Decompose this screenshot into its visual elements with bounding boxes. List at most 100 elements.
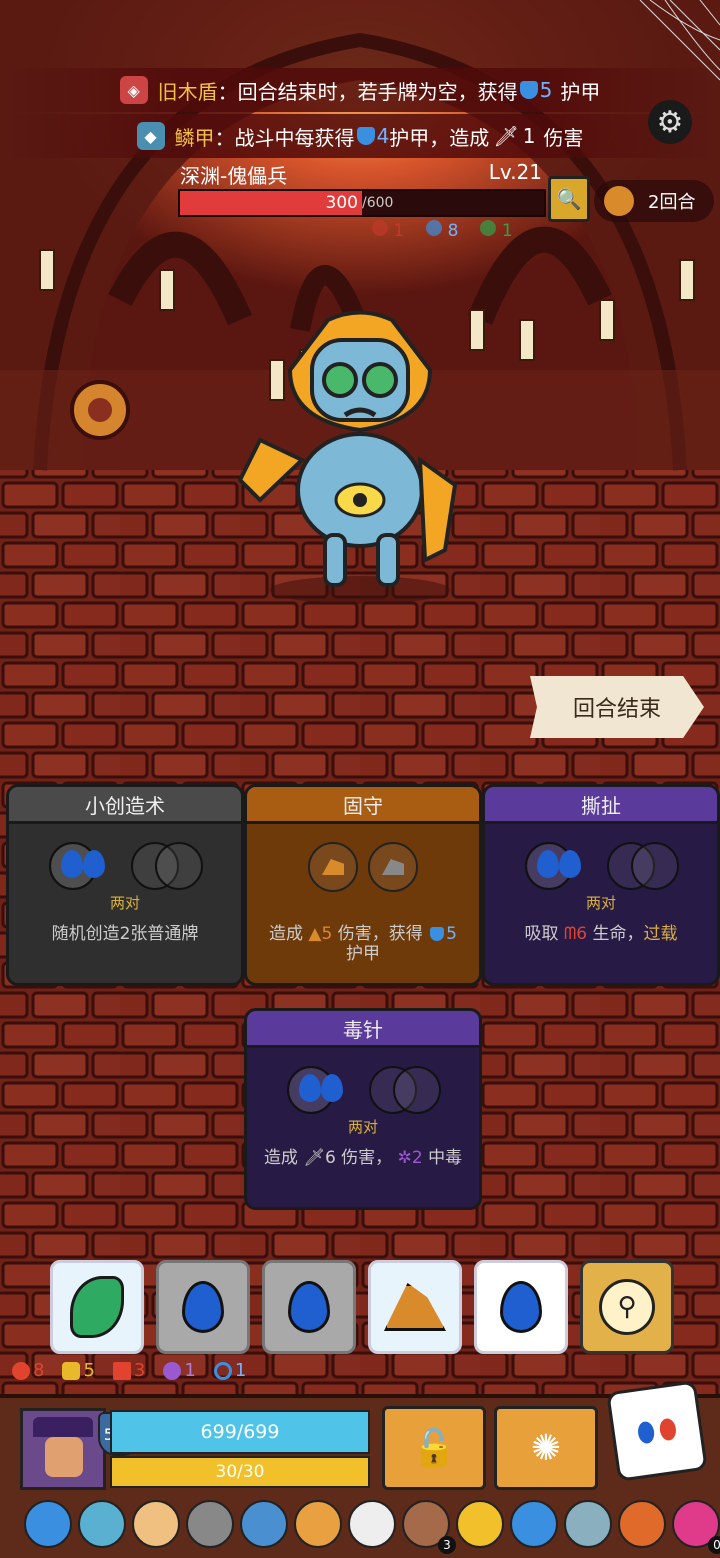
- spiral-icon: 1: [213, 1360, 246, 1381]
- buff-text: ：回合结束时，若手牌为空，获得: [217, 79, 518, 104]
- card-description: 造成 🗡6 伤害， ✲2 中毒: [253, 1148, 473, 1168]
- card-description: 吸取 ᗰ6 生命，过载: [491, 924, 711, 944]
- desc-value: 5: [446, 924, 457, 944]
- card-small-creation[interactable]: 小创造术 两对 随机创造2张普通牌: [6, 784, 244, 986]
- card-cost-slots: [9, 842, 241, 890]
- poison-icon: ✲: [397, 1148, 412, 1168]
- relic-icon[interactable]: [78, 1500, 126, 1548]
- desc-text: 伤害，: [341, 1148, 393, 1168]
- gear-icon: 8: [426, 220, 458, 241]
- water-die-icon: [182, 1281, 224, 1333]
- settings-gear-icon[interactable]: ⚙: [648, 100, 692, 144]
- shield-icon: 5: [62, 1360, 95, 1381]
- card-cost-slots: [247, 842, 479, 892]
- relic-icon[interactable]: [618, 1500, 666, 1548]
- card-pair-label: 两对: [109, 894, 140, 912]
- buff-text: 护甲: [560, 79, 601, 104]
- relic-icon[interactable]: [24, 1500, 72, 1548]
- rock-slot-icon: [308, 842, 358, 892]
- relic-icon[interactable]: [510, 1500, 558, 1548]
- water-die-icon: [500, 1281, 542, 1333]
- end-turn-button[interactable]: 回合结束: [530, 676, 704, 738]
- relic-icon[interactable]: [294, 1500, 342, 1548]
- buff-name: 鳞甲: [174, 125, 215, 150]
- card-hold-fast[interactable]: 固守 造成 ▲5 伤害，获得 5 护甲: [244, 784, 482, 986]
- relic-icon[interactable]: [186, 1500, 234, 1548]
- enemy-effects: 1 8 1: [372, 220, 513, 241]
- desc-text: 造成: [269, 924, 304, 944]
- effect-value: 1: [501, 221, 513, 241]
- die-locked-chest[interactable]: ⚲: [580, 1260, 674, 1354]
- splash-icon: 1: [163, 1360, 196, 1381]
- attack-icon: 1: [372, 220, 404, 241]
- effect-value: 8: [447, 221, 459, 241]
- enemy-hp-value: 300: [325, 193, 358, 213]
- water-die-icon: [288, 1281, 330, 1333]
- swirl-icon: 1: [480, 220, 513, 241]
- player-hp-value: 699/699: [200, 1421, 280, 1443]
- desc-value: 6: [324, 1148, 336, 1168]
- lock-ability-icon[interactable]: 🔓: [382, 1406, 486, 1490]
- sword-icon: 🗡: [493, 124, 519, 148]
- relic-icon[interactable]: [132, 1500, 180, 1548]
- fire-icon: 3: [112, 1360, 145, 1381]
- buff-value: 5: [539, 78, 553, 102]
- die-rock[interactable]: [368, 1260, 462, 1354]
- die-water[interactable]: [474, 1260, 568, 1354]
- card-pair-label: 两对: [585, 894, 616, 912]
- relic-count: 0: [708, 1536, 720, 1554]
- water-drop-icon: [537, 850, 559, 878]
- relic-icon[interactable]: [564, 1500, 612, 1548]
- relic-count: 3: [438, 1536, 456, 1554]
- desc-text: 吸取: [524, 924, 559, 944]
- buff-text: ：战斗中每获得: [214, 125, 355, 150]
- locked-chest-icon: ⚲: [599, 1279, 655, 1335]
- relic-icon[interactable]: [240, 1500, 288, 1548]
- card-tear[interactable]: 撕扯 两对 吸取 ᗰ6 生命，过载: [482, 784, 720, 986]
- desc-value: 6: [576, 924, 588, 944]
- buff-name: 旧木盾: [157, 79, 218, 104]
- rock-die-icon: [384, 1283, 446, 1331]
- relic-icon[interactable]: [348, 1500, 396, 1548]
- enemy-puppet-soldier[interactable]: [230, 310, 490, 610]
- armor-icon: [356, 127, 375, 145]
- burst-ability-icon[interactable]: ✺: [494, 1406, 598, 1490]
- die-water[interactable]: [262, 1260, 356, 1354]
- water-drop-icon: [559, 850, 581, 878]
- card-title: 毒针: [247, 1011, 479, 1048]
- rock-icon: ▲: [308, 924, 322, 944]
- die-leaf[interactable]: [50, 1260, 144, 1354]
- stat-value: 8: [33, 1360, 45, 1381]
- stat-value: 5: [83, 1360, 95, 1381]
- water-drop-icon: [61, 850, 83, 878]
- desc-text: 伤害，获得: [337, 924, 423, 944]
- player-avatar[interactable]: [20, 1408, 106, 1490]
- reroll-die-icon[interactable]: [606, 1380, 708, 1482]
- card-cost-slots: [485, 842, 717, 890]
- relic-icon[interactable]: 0: [672, 1500, 720, 1554]
- strength-icon: 8: [12, 1360, 44, 1381]
- relic-icon[interactable]: 3: [402, 1500, 456, 1554]
- player-status-effects: 8 5 3 1 1: [12, 1360, 264, 1381]
- buff-text: 伤害: [543, 125, 584, 150]
- turn-label: 2回合: [648, 192, 696, 213]
- card-title: 撕扯: [485, 787, 717, 824]
- buff-value: 4: [376, 124, 390, 148]
- hourglass-icon: [604, 186, 634, 216]
- desc-text: 造成: [263, 1148, 298, 1168]
- enemy-info-icon[interactable]: 🔍: [548, 176, 590, 222]
- desc-text: 护甲: [346, 944, 380, 964]
- sword-icon: 🗡: [303, 1148, 325, 1168]
- player-hp-bar: 699/699: [110, 1410, 370, 1454]
- enemy-name: 深渊-傀儡兵: [180, 164, 288, 188]
- relic-bar: 3 0: [24, 1500, 720, 1554]
- leaf-die-icon: [70, 1276, 124, 1338]
- wood-shield-icon: ◈: [119, 76, 148, 104]
- card-pair-label: 两对: [347, 1118, 378, 1136]
- die-water[interactable]: [156, 1260, 250, 1354]
- card-poison-needle[interactable]: 毒针 两对 造成 🗡6 伤害， ✲2 中毒: [244, 1008, 482, 1210]
- buff-old-wood-shield: ◈ 旧木盾 ：回合结束时，若手牌为空，获得 5 护甲: [0, 68, 720, 112]
- relic-icon[interactable]: [456, 1500, 504, 1548]
- desc-keyword: 过载: [643, 924, 678, 944]
- enemy-hp-max: /600: [362, 195, 394, 211]
